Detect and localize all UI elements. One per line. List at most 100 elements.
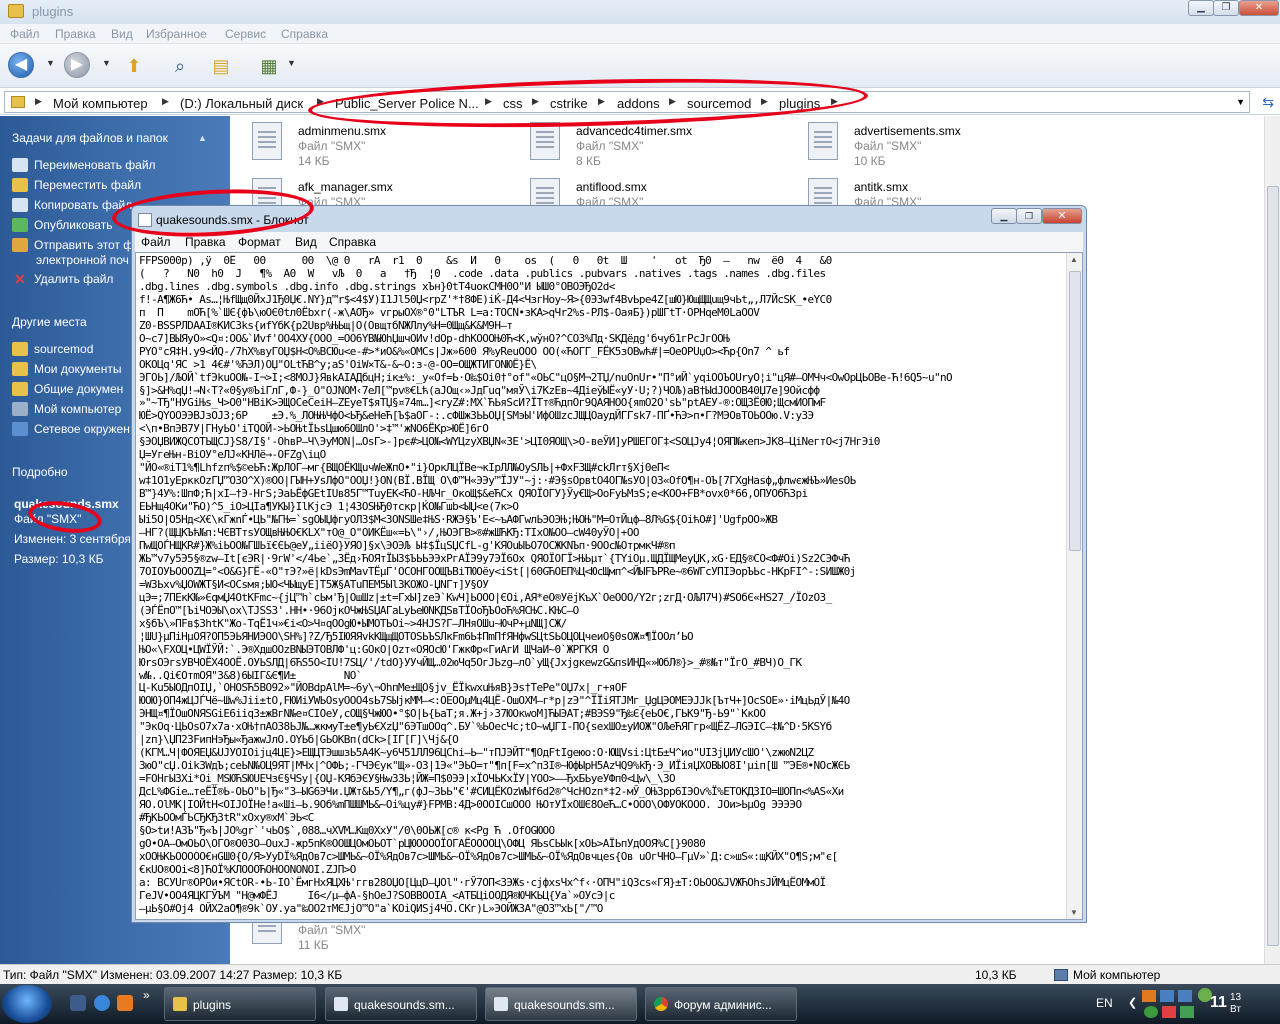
notepad-menu-format[interactable]: Формат (238, 235, 281, 249)
collapse-icon[interactable]: ▲ (198, 133, 207, 143)
place-sourcemod[interactable]: sourcemod (12, 342, 93, 356)
back-arrow-icon[interactable]: ◀ (8, 52, 34, 78)
refresh-icon[interactable]: ⇆ (1262, 94, 1274, 111)
search-icon[interactable]: ⌕ (166, 52, 194, 80)
clock-hour[interactable]: 11 (1210, 994, 1227, 1012)
taskbar-item-plugins[interactable]: plugins (164, 987, 316, 1021)
breadcrumb-separator-icon[interactable]: ▶ (831, 96, 838, 107)
folder-icon (8, 4, 24, 18)
task-email[interactable]: Отправить этот ф (12, 238, 133, 252)
start-button[interactable] (2, 985, 52, 1023)
breadcrumb-cstrike[interactable]: cstrike (550, 96, 588, 111)
menu-help[interactable]: Справка (281, 27, 328, 41)
task-publish[interactable]: Опубликовать (12, 218, 112, 232)
breadcrumb-plugins[interactable]: plugins (779, 96, 820, 111)
scrollbar-thumb[interactable] (1267, 186, 1279, 946)
notepad-minimize-button[interactable]: ▁ (991, 208, 1017, 224)
place-network[interactable]: Сетевое окружен (12, 422, 130, 436)
place-my-computer[interactable]: Мой компьютер (12, 402, 121, 416)
breadcrumb-separator-icon[interactable]: ▶ (317, 96, 324, 107)
media-player-icon[interactable] (117, 995, 133, 1011)
wifi-icon[interactable] (1180, 1006, 1194, 1018)
clock-minute[interactable]: 13 (1230, 992, 1241, 1003)
breadcrumb-separator-icon[interactable]: ▶ (35, 96, 42, 107)
breadcrumb-drive-d[interactable]: (D:) Локальный диск (180, 96, 303, 111)
taskbar: » plugins quakesounds.sm... quakesounds.… (0, 984, 1280, 1024)
file-item[interactable]: advertisements.smx Файл "SMX" 10 КБ (796, 116, 1056, 168)
back-dropdown-icon[interactable]: ▼ (46, 58, 55, 68)
task-delete[interactable]: ✕ Удалить файл (12, 272, 113, 286)
notepad-window: quakesounds.smx - Блокнот ▁ ❐ ✕ Файл Пра… (131, 205, 1087, 923)
notepad-text-area[interactable]: FFPS000p) ,ÿ 0Ё 00 00 \@ 0 rA r1 0 &s И … (135, 252, 1083, 920)
views-dropdown-icon[interactable]: ▼ (287, 58, 296, 68)
minimize-button[interactable]: ▁ (1188, 0, 1214, 16)
system-tray: EN ❮ 11 13 Вт (1090, 984, 1280, 1024)
clock-day[interactable]: Вт (1230, 1004, 1241, 1015)
forward-arrow-icon[interactable]: ▶ (64, 52, 90, 78)
file-item[interactable]: adminmenu.smx Файл "SMX" 14 КБ (240, 116, 500, 168)
menu-view[interactable]: Вид (111, 27, 133, 41)
close-button[interactable]: ✕ (1239, 0, 1279, 16)
notepad-close-button[interactable]: ✕ (1042, 208, 1082, 224)
network-icon[interactable] (1178, 990, 1192, 1002)
place-my-documents[interactable]: Мои документы (12, 362, 121, 376)
menu-favorites[interactable]: Избранное (146, 27, 207, 41)
task-email-line2[interactable]: электронной поч (36, 253, 129, 267)
tray-expand-icon[interactable]: ❮ (1128, 996, 1137, 1009)
scroll-down-icon[interactable]: ▼ (1070, 908, 1078, 917)
breadcrumb-separator-icon[interactable]: ▶ (598, 96, 605, 107)
menu-edit[interactable]: Правка (55, 27, 96, 41)
folders-icon[interactable]: ▤ (207, 52, 235, 80)
notepad-titlebar[interactable]: quakesounds.smx - Блокнот ▁ ❐ ✕ (132, 206, 1086, 232)
breadcrumb-separator-icon[interactable]: ▶ (532, 96, 539, 107)
maximize-button[interactable]: ❐ (1213, 0, 1239, 16)
notepad-scrollbar-thumb[interactable] (1069, 271, 1081, 551)
breadcrumb-css[interactable]: css (503, 96, 523, 111)
notepad-menu-help[interactable]: Справка (329, 235, 376, 249)
breadcrumb-addons[interactable]: addons (617, 96, 660, 111)
file-item[interactable]: advancedc4timer.smx Файл "SMX" 8 КБ (518, 116, 778, 168)
taskbar-item-notepad-2[interactable]: quakesounds.sm... (485, 987, 637, 1021)
views-icon[interactable]: ▦ (255, 52, 283, 80)
taskbar-item-notepad-1[interactable]: quakesounds.sm... (325, 987, 477, 1021)
breadcrumb-my-computer[interactable]: Мой компьютер (53, 96, 148, 111)
folder-icon (12, 342, 28, 356)
volume-icon[interactable] (1162, 1006, 1176, 1018)
tray-app-icon[interactable] (1144, 1006, 1158, 1018)
show-desktop-icon[interactable] (70, 995, 86, 1011)
forward-dropdown-icon[interactable]: ▼ (102, 58, 111, 68)
notepad-scrollbar[interactable]: ▲ ▼ (1066, 253, 1082, 919)
menu-tools[interactable]: Сервис (225, 27, 266, 41)
address-bar: ▶ Мой компьютер ▶ (D:) Локальный диск ▶ … (0, 89, 1280, 115)
tray-app-icon[interactable] (1142, 990, 1156, 1002)
address-field[interactable]: ▶ Мой компьютер ▶ (D:) Локальный диск ▶ … (4, 91, 1250, 113)
notepad-menu-edit[interactable]: Правка (185, 235, 226, 249)
notepad-maximize-button[interactable]: ❐ (1016, 208, 1042, 224)
task-move[interactable]: Переместить файл (12, 178, 141, 192)
breadcrumb-separator-icon[interactable]: ▶ (485, 96, 492, 107)
breadcrumb-separator-icon[interactable]: ▶ (761, 96, 768, 107)
scroll-up-icon[interactable]: ▲ (1070, 255, 1078, 264)
places-section-title[interactable]: Другие места (12, 315, 87, 329)
task-rename[interactable]: Переименовать файл (12, 158, 156, 172)
place-shared-documents[interactable]: Общие докумен (12, 382, 123, 396)
task-copy[interactable]: Копировать файл (12, 198, 132, 212)
folder-up-icon[interactable]: ⬆ (120, 52, 148, 80)
details-section-title[interactable]: Подробно (12, 465, 68, 479)
address-dropdown-icon[interactable]: ▼ (1236, 97, 1245, 107)
breadcrumb-server-folder[interactable]: Public_Server Police N... (335, 96, 479, 111)
breadcrumb-separator-icon[interactable]: ▶ (162, 96, 169, 107)
network-icon[interactable] (1160, 990, 1174, 1002)
quicklaunch-more-icon[interactable]: » (143, 988, 150, 1002)
menu-file[interactable]: Файл (10, 27, 40, 41)
internet-explorer-icon[interactable] (94, 995, 110, 1011)
taskbar-item-chrome[interactable]: Форум админис... (645, 987, 797, 1021)
file-list-scrollbar[interactable] (1264, 116, 1280, 964)
breadcrumb-separator-icon[interactable]: ▶ (669, 96, 676, 107)
notepad-menu-file[interactable]: Файл (141, 235, 171, 249)
notepad-menu-view[interactable]: Вид (295, 235, 317, 249)
tasks-section-title[interactable]: Задачи для файлов и папок (12, 131, 168, 145)
language-indicator[interactable]: EN (1096, 996, 1113, 1010)
status-size: 10,3 КБ (975, 968, 1017, 982)
breadcrumb-sourcemod[interactable]: sourcemod (687, 96, 751, 111)
